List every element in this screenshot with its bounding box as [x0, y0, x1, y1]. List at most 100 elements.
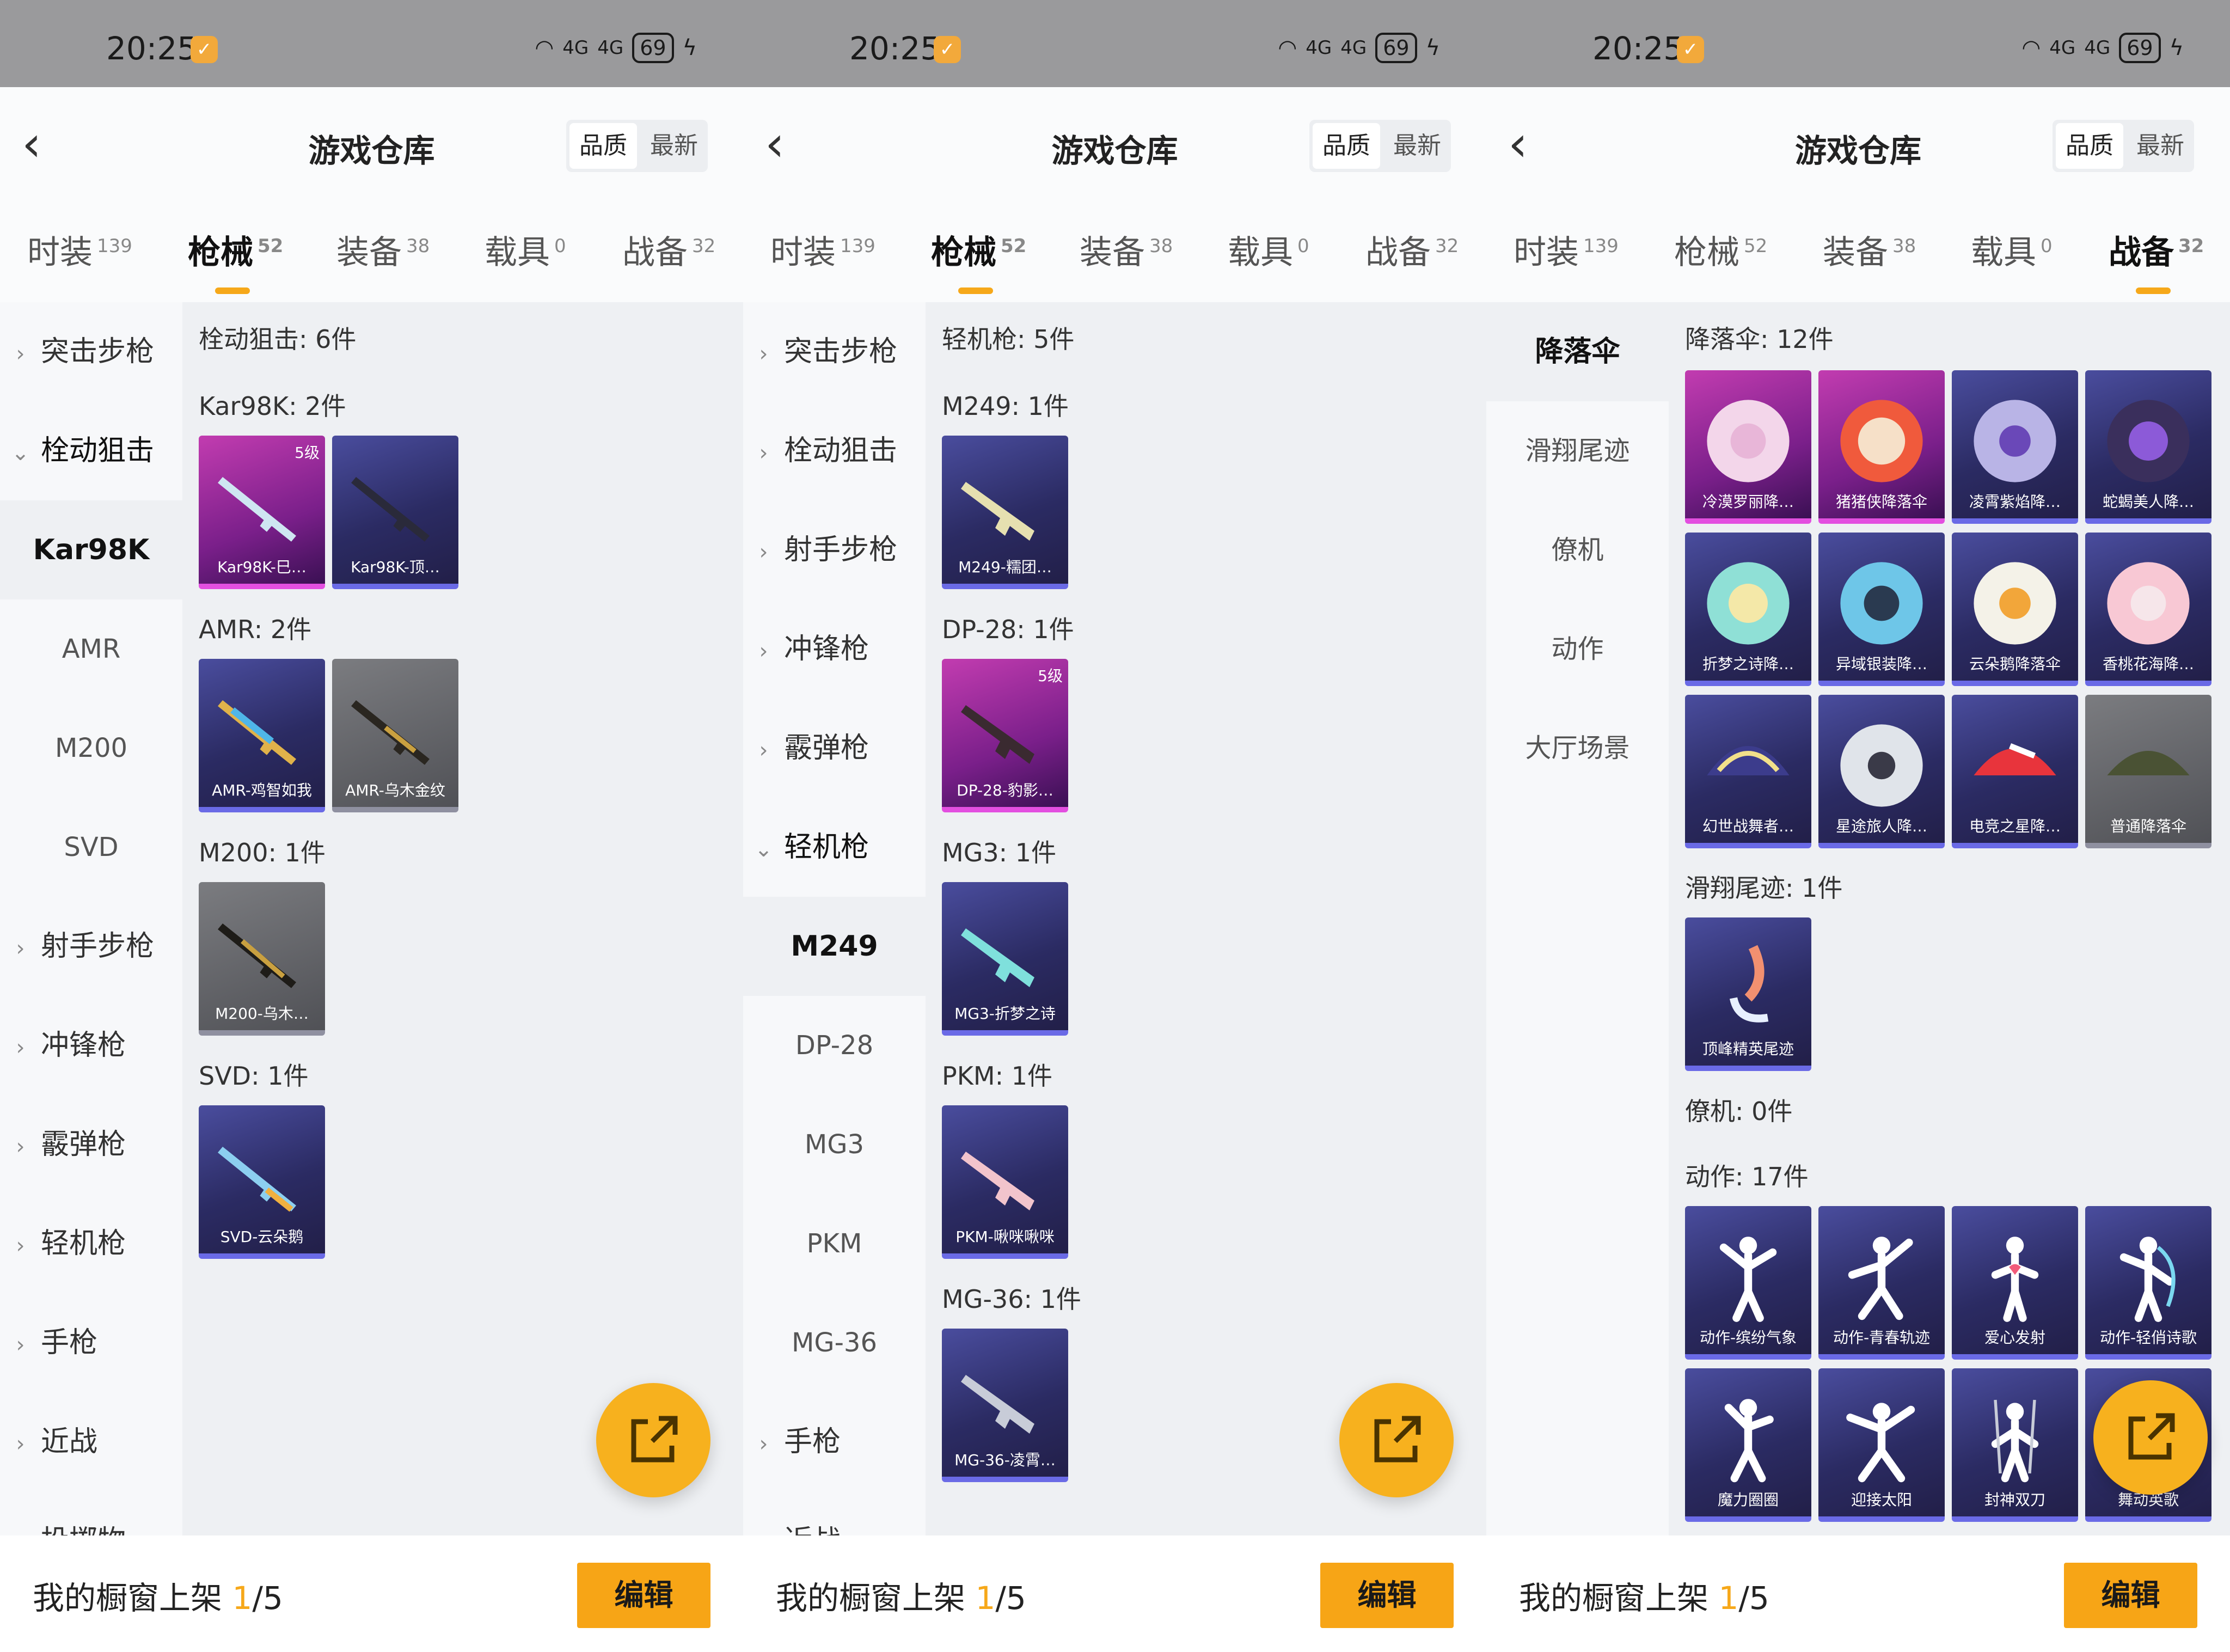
nav-mg36[interactable]: MG-36	[743, 1293, 926, 1392]
nav-assault-rifle[interactable]: › 突击步枪	[0, 302, 182, 401]
item-card[interactable]: MG3-折梦之诗	[942, 882, 1068, 1036]
tab-vehicles[interactable]: 载具 0	[485, 226, 566, 273]
status-time: 20:25	[849, 30, 941, 67]
nav-marksman-rifle[interactable]: › 射手步枪	[743, 500, 926, 599]
share-fab[interactable]	[1339, 1383, 1454, 1497]
tab-equipment[interactable]: 装备 38	[1823, 226, 1916, 273]
tab-fashion[interactable]: 时装 139	[27, 226, 132, 273]
category-tabs: 时装 139 枪械 52 装备 38 载具 0 战备 32	[743, 201, 1486, 302]
tab-fashion[interactable]: 时装 139	[1514, 226, 1619, 273]
item-card[interactable]: AMR-鸡智如我	[199, 659, 325, 812]
nav-melee[interactable]: ›近战	[0, 1392, 182, 1491]
nav-bolt-sniper[interactable]: › 栓动狙击	[743, 401, 926, 500]
nav-assault-rifle[interactable]: › 突击步枪	[743, 302, 926, 401]
item-card[interactable]: PKM-啾咪啾咪	[942, 1105, 1068, 1259]
nav-emote[interactable]: 动作	[1486, 599, 1669, 699]
section-title: 降落伞: 12件	[1685, 325, 1834, 354]
nav-m249[interactable]: M249	[743, 897, 926, 996]
item-card[interactable]: 动作-缤纷气象	[1685, 1206, 1811, 1360]
tab-vehicles[interactable]: 载具 0	[1971, 226, 2053, 273]
item-card[interactable]: 凌霄紫焰降…	[1952, 370, 2078, 524]
item-card[interactable]: 动作-轻俏诗歌	[2085, 1206, 2211, 1360]
nav-kar98k[interactable]: Kar98K	[0, 500, 182, 599]
nav-marksman-rifle[interactable]: › 射手步枪	[0, 897, 182, 996]
item-card[interactable]: 云朵鹅降落伞	[1952, 533, 2078, 686]
item-label: M200-乌木…	[215, 1005, 309, 1023]
nav-smg[interactable]: › 冲锋枪	[743, 599, 926, 699]
item-card[interactable]: 折梦之诗降…	[1685, 533, 1811, 686]
tab-guns[interactable]: 枪械 52	[188, 226, 283, 294]
item-card[interactable]: SVD-云朵鹅	[199, 1105, 325, 1259]
nav-lmg[interactable]: › 轻机枪	[0, 1194, 182, 1293]
nav-parachute[interactable]: 降落伞	[1486, 302, 1669, 401]
item-card[interactable]: 蛇蝎美人降…	[2085, 370, 2211, 524]
item-card[interactable]: 香桃花海降…	[2085, 533, 2211, 686]
edit-button[interactable]: 编辑	[2064, 1563, 2197, 1628]
item-card[interactable]: 冷漠罗丽降…	[1685, 370, 1811, 524]
item-card[interactable]: Kar98K-顶…	[332, 436, 458, 589]
nav-shotgun[interactable]: › 霰弹枪	[743, 699, 926, 798]
item-card[interactable]: MG-36-凌霄…	[942, 1329, 1068, 1482]
nav-pistol[interactable]: › 手枪	[743, 1392, 926, 1491]
nav-wingman[interactable]: 僚机	[1486, 500, 1669, 599]
edit-button[interactable]: 编辑	[1320, 1563, 1454, 1628]
item-card[interactable]: 猪猪侠降落伞	[1818, 370, 1945, 524]
nav-mg3[interactable]: MG3	[743, 1095, 926, 1194]
item-label: 爱心发射	[1984, 1329, 2045, 1347]
chevron-right-icon: ›	[16, 1431, 25, 1457]
item-card[interactable]: 封神双刀	[1952, 1368, 2078, 1522]
nav-m200[interactable]: M200	[0, 699, 182, 798]
nav-smg[interactable]: › 冲锋枪	[0, 996, 182, 1095]
tab-fashion[interactable]: 时装 139	[770, 226, 875, 273]
tab-combat-prep[interactable]: 战备 32	[1365, 226, 1459, 273]
nav-dp28[interactable]: DP-28	[743, 996, 926, 1095]
tab-guns[interactable]: 枪械 52	[931, 226, 1026, 294]
tab-guns[interactable]: 枪械 52	[1674, 226, 1767, 273]
emote-figure-icon	[1991, 1237, 2039, 1322]
item-card[interactable]: 异域银装降…	[1818, 533, 1945, 686]
item-card[interactable]: M249-糯团…	[942, 436, 1068, 589]
item-card[interactable]: 普通降落伞	[2085, 695, 2211, 848]
share-fab[interactable]	[2093, 1380, 2208, 1495]
item-card[interactable]: 爱心发射	[1952, 1206, 2078, 1360]
sort-quality-button[interactable]: 品质	[2056, 123, 2123, 169]
item-grid: 栓动狙击: 6件 Kar98K: 2件 5级 Kar98K-巳… Kar98K-…	[182, 302, 743, 1535]
item-card[interactable]: 5级 DP-28-豹影…	[942, 659, 1068, 812]
tab-combat-prep[interactable]: 战备 32	[2109, 226, 2204, 294]
bottom-bar: 我的橱窗上架 1/5 编辑	[743, 1535, 1486, 1652]
sort-newest-button[interactable]: 最新	[1383, 120, 1451, 172]
edit-button[interactable]: 编辑	[577, 1563, 710, 1628]
nav-shotgun[interactable]: › 霰弹枪	[0, 1095, 182, 1194]
sort-quality-button[interactable]: 品质	[569, 123, 637, 169]
chevron-right-icon: ›	[16, 341, 25, 366]
sort-quality-button[interactable]: 品质	[1313, 123, 1380, 169]
section-title: Kar98K: 2件	[199, 391, 346, 421]
item-card[interactable]: 顶峰精英尾迹	[1685, 917, 1811, 1071]
item-card[interactable]: 幻世战舞者…	[1685, 695, 1811, 848]
item-card[interactable]: 5级 Kar98K-巳…	[199, 436, 325, 589]
sort-newest-button[interactable]: 最新	[2127, 120, 2194, 172]
sort-newest-button[interactable]: 最新	[640, 120, 708, 172]
share-fab[interactable]	[596, 1383, 710, 1497]
item-card[interactable]: M200-乌木…	[199, 882, 325, 1036]
item-card[interactable]: 魔力圈圈	[1685, 1368, 1811, 1522]
nav-pkm[interactable]: PKM	[743, 1194, 926, 1293]
nav-bolt-sniper[interactable]: ⌄ 栓动狙击	[0, 401, 182, 500]
nav-svd[interactable]: SVD	[0, 798, 182, 897]
nav-lobby-scene[interactable]: 大厅场景	[1486, 699, 1669, 798]
item-card[interactable]: 电竞之星降…	[1952, 695, 2078, 848]
chevron-right-icon: ›	[16, 1233, 25, 1258]
nav-amr[interactable]: AMR	[0, 599, 182, 699]
item-card[interactable]: 动作-青春轨迹	[1818, 1206, 1945, 1360]
item-card[interactable]: 星途旅人降…	[1818, 695, 1945, 848]
tab-combat-prep[interactable]: 战备 32	[622, 226, 715, 273]
tab-equipment[interactable]: 装备 38	[1080, 226, 1173, 273]
tab-vehicles[interactable]: 载具 0	[1228, 226, 1309, 273]
nav-pistol[interactable]: › 手枪	[0, 1293, 182, 1392]
item-grid: 降落伞: 12件 冷漠罗丽降… 猪猪侠降落伞 凌霄紫焰降… 蛇蝎美人降… 折梦之…	[1669, 302, 2230, 1535]
nav-glide-trail[interactable]: 滑翔尾迹	[1486, 401, 1669, 500]
tab-equipment[interactable]: 装备 38	[336, 226, 430, 273]
nav-lmg[interactable]: ⌄ 轻机枪	[743, 798, 926, 897]
item-card[interactable]: AMR-乌木金纹	[332, 659, 458, 812]
item-card[interactable]: 迎接太阳	[1818, 1368, 1945, 1522]
